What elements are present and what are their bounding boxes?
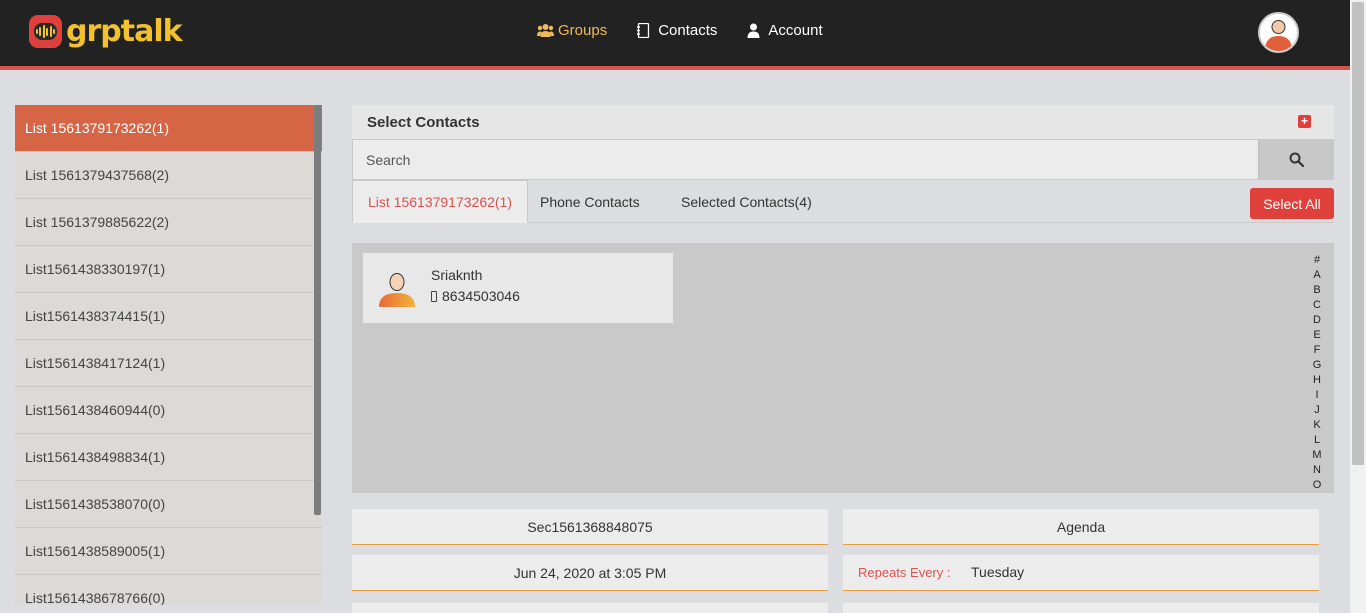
alpha-index-item[interactable]: G (1313, 358, 1322, 373)
repeats-label: Repeats Every : (858, 565, 951, 580)
panel-title: Select Contacts (367, 113, 480, 131)
contacts-grid: Sriaknth 8634503046 (352, 243, 1334, 493)
contact-phone-number: 8634503046 (442, 288, 520, 304)
select-contacts-header: Select Contacts + (352, 105, 1334, 139)
alpha-index-item[interactable]: I (1315, 388, 1318, 403)
alpha-index-item[interactable]: E (1313, 328, 1320, 343)
alpha-index-item[interactable]: A (1313, 268, 1320, 283)
alpha-index-item[interactable]: B (1313, 283, 1320, 298)
select-all-button[interactable]: Select All (1250, 188, 1334, 219)
grptalk-logo[interactable]: grptalk (29, 14, 183, 49)
sidebar-item[interactable]: List 1561379173262(1) (15, 105, 322, 152)
repeats-field[interactable]: Repeats Every : Tuesday (843, 555, 1319, 591)
nav-contacts-label: Contacts (658, 22, 718, 39)
contact-tabs: List 1561379173262(1) Phone Contacts Sel… (352, 180, 1334, 223)
repeats-value: Tuesday (971, 564, 1025, 580)
sidebar-item[interactable]: List1561438417124(1) (15, 340, 322, 387)
alpha-index-item[interactable]: M (1312, 448, 1321, 463)
contact-card[interactable]: Sriaknth 8634503046 (363, 253, 673, 323)
contact-name: Sriaknth (431, 267, 483, 283)
alpha-index-item[interactable]: K (1313, 418, 1320, 433)
sidebar-item[interactable]: List1561438589005(1) (15, 528, 322, 575)
datetime-field[interactable]: Jun 24, 2020 at 3:05 PM (352, 555, 828, 591)
nav-contacts[interactable]: Contacts (637, 22, 717, 39)
page-scrollbar-thumb[interactable] (1352, 2, 1364, 465)
address-book-icon (637, 22, 652, 39)
header-accent-line (0, 66, 1350, 70)
search-bar (352, 139, 1334, 180)
tab-phone-contacts[interactable]: Phone Contacts (525, 180, 655, 223)
sidebar-item[interactable]: List 1561379885622(2) (15, 199, 322, 246)
top-navbar: grptalk Groups Contacts Account (0, 0, 1350, 66)
logo-text: grptalk (66, 14, 183, 49)
alpha-index-item[interactable]: C (1313, 298, 1321, 313)
alpha-index-item[interactable]: N (1313, 463, 1321, 478)
tab-selected-contacts[interactable]: Selected Contacts(4) (666, 180, 827, 223)
sidebar-item[interactable]: List1561438678766(0) (15, 575, 322, 605)
alpha-index-item[interactable]: J (1314, 403, 1320, 418)
nav-account[interactable]: Account (747, 22, 823, 39)
search-input[interactable] (353, 140, 1258, 179)
nav-groups-label: Groups (558, 22, 608, 39)
sidebar-item[interactable]: List1561438498834(1) (15, 434, 322, 481)
agenda-field[interactable]: Agenda (843, 509, 1319, 545)
sidebar-item[interactable]: List1561438374415(1) (15, 293, 322, 340)
nav-account-label: Account (768, 22, 823, 39)
nav-groups[interactable]: Groups (537, 22, 607, 39)
group-list-sidebar: List 1561379173262(1) List 1561379437568… (15, 105, 322, 605)
groups-icon (537, 23, 554, 38)
search-button[interactable] (1258, 140, 1333, 179)
section-name-value: Sec1561368848075 (527, 518, 653, 535)
sidebar-item[interactable]: List1561438330197(1) (15, 246, 322, 293)
datetime-value: Jun 24, 2020 at 3:05 PM (513, 564, 667, 581)
sidebar-scrollbar[interactable] (314, 105, 321, 515)
section-name-field[interactable]: Sec1561368848075 (352, 509, 828, 545)
mobile-phone-icon (431, 290, 437, 302)
detail-field-partial[interactable] (843, 603, 1319, 613)
agenda-value: Agenda (1056, 518, 1106, 535)
alpha-index-item[interactable]: # (1314, 253, 1320, 268)
alpha-index-item[interactable]: L (1314, 433, 1320, 448)
detail-field-partial[interactable] (352, 603, 828, 613)
alpha-index-item[interactable]: O (1313, 478, 1322, 493)
add-contact-icon[interactable]: + (1298, 115, 1311, 128)
alpha-index-item[interactable]: D (1313, 313, 1321, 328)
alpha-index-item[interactable]: F (1314, 343, 1321, 358)
sidebar-item[interactable]: List1561438538070(0) (15, 481, 322, 528)
logo-mark-icon (29, 15, 62, 48)
contact-avatar-icon (377, 269, 417, 309)
alpha-index-item[interactable]: H (1313, 373, 1321, 388)
sidebar-item[interactable]: List 1561379437568(2) (15, 152, 322, 199)
contact-phone: 8634503046 (431, 288, 520, 304)
alphabet-index: # A B C D E F G H I J K L M N O (1310, 253, 1324, 493)
sidebar-item[interactable]: List1561438460944(0) (15, 387, 322, 434)
tab-current-list[interactable]: List 1561379173262(1) (352, 180, 529, 223)
profile-avatar[interactable] (1258, 12, 1299, 53)
main-nav: Groups Contacts Account (537, 22, 823, 39)
page-scrollbar[interactable] (1350, 0, 1366, 613)
user-icon (747, 23, 762, 38)
search-icon (1289, 152, 1304, 167)
